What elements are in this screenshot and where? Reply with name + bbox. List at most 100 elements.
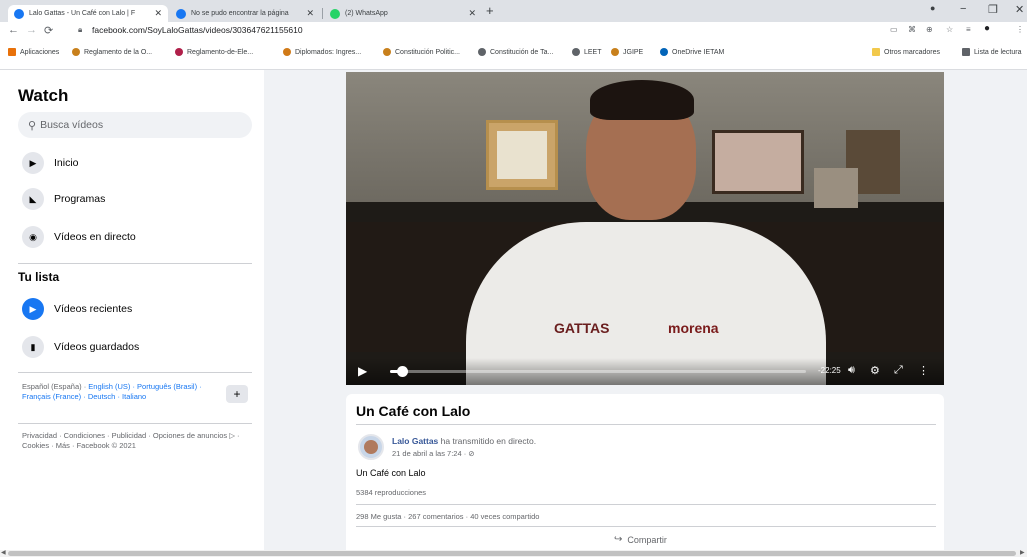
close-tab-icon[interactable]: ✕: [306, 8, 314, 19]
bookmark-item[interactable]: OneDrive IETAM: [660, 48, 724, 56]
bookmark-star-icon[interactable]: ☆: [946, 25, 953, 34]
search-icon: ⚲: [28, 119, 37, 132]
sidebar-item-label: Vídeos recientes: [54, 303, 133, 315]
tab-title: Lalo Gattas - Un Café con Lalo | F: [29, 10, 136, 17]
onedrive-icon: [660, 48, 668, 56]
progress-bar[interactable]: [390, 370, 806, 373]
shows-icon: ◣: [22, 188, 44, 210]
avatar[interactable]: ●: [984, 23, 990, 34]
bookmark-item[interactable]: Reglamento-de-Ele...: [175, 48, 253, 56]
post-stats[interactable]: 298 Me gusta · 267 comentarios · 40 vece…: [356, 512, 539, 521]
maximize-button[interactable]: ❐: [988, 3, 998, 16]
play-button[interactable]: ▶: [358, 364, 367, 378]
avatar[interactable]: [358, 434, 384, 460]
divider: [18, 372, 252, 373]
close-tab-icon[interactable]: ✕: [468, 8, 476, 19]
bookmark-favicon-icon: [175, 48, 183, 56]
tab-whatsapp[interactable]: (2) WhatsApp ✕: [324, 5, 482, 22]
bookmark-item[interactable]: Constitución Politic...: [383, 48, 460, 56]
whatsapp-favicon-icon: [330, 8, 340, 19]
video-person-hair: [590, 80, 694, 120]
share-button[interactable]: ↪ Compartir: [614, 534, 667, 545]
horizontal-scrollbar[interactable]: ◀ ▶: [0, 550, 1027, 557]
bookmark-item[interactable]: LEET: [572, 48, 602, 56]
bookmark-favicon-icon: [283, 48, 291, 56]
shirt-party-logo: morena: [668, 320, 719, 336]
new-tab-button[interactable]: +: [486, 3, 494, 18]
video-player[interactable]: GATTAS morena ▶ -22:25 🔊︎ ⚙ ⤢ ⋮: [346, 72, 944, 385]
play-icon: ▶: [22, 298, 44, 320]
fullscreen-icon[interactable]: ⤢: [894, 364, 903, 377]
bookmark-label: Lista de lectura: [974, 48, 1022, 56]
forward-icon[interactable]: →: [26, 24, 37, 36]
tab-title: No se pudo encontrar la página: [191, 10, 289, 17]
sidebar-item-label: Inicio: [54, 157, 79, 169]
post-action: ha transmitido en directo.: [440, 436, 537, 446]
bookmark-reading-list[interactable]: Lista de lectura: [962, 48, 1021, 56]
cast-icon[interactable]: ▭: [890, 25, 898, 34]
bookmark-label: Reglamento de la O...: [84, 48, 153, 56]
tab-page-not-found[interactable]: No se pudo encontrar la página ✕: [170, 5, 320, 22]
search-input[interactable]: ⚲ Busca vídeos: [18, 112, 252, 138]
close-tab-icon[interactable]: ✕: [154, 8, 162, 19]
minimize-button[interactable]: −: [960, 3, 966, 15]
sidebar-item-inicio[interactable]: ▶ Inicio: [22, 152, 79, 174]
footer-links[interactable]: Privacidad · Condiciones · Publicidad · …: [22, 431, 242, 451]
sidebar-item-label: Programas: [54, 193, 106, 205]
sidebar-item-videos-en-directo[interactable]: ◉ Vídeos en directo: [22, 226, 136, 248]
volume-icon[interactable]: 🔊︎: [848, 364, 855, 377]
reading-list-icon[interactable]: ≡: [966, 25, 971, 34]
bookmark-favicon-icon: [478, 48, 486, 56]
scrollbar-thumb[interactable]: [8, 551, 1016, 556]
more-options-icon[interactable]: ⋮: [918, 364, 929, 377]
divider: [356, 526, 936, 527]
view-count: 5384 reproducciones: [356, 488, 427, 497]
close-window-button[interactable]: ✕: [1015, 3, 1024, 16]
scroll-right-icon[interactable]: ▶: [1020, 549, 1025, 556]
bookmark-item[interactable]: Diplomados: Ingres...: [283, 48, 361, 56]
lock-icon[interactable]: 🔒︎: [78, 25, 82, 35]
sidebar-item-videos-recientes[interactable]: ▶ Vídeos recientes: [22, 298, 132, 320]
translate-icon[interactable]: ⌘: [908, 25, 916, 34]
scroll-left-icon[interactable]: ◀: [1, 549, 6, 556]
bookmark-label: Aplicaciones: [20, 48, 60, 56]
right-gutter: [946, 70, 1027, 550]
add-language-button[interactable]: +: [226, 385, 248, 403]
video-picture-frame: [486, 120, 558, 190]
bookmark-label: JGIPE: [623, 48, 644, 56]
bookmark-apps[interactable]: Aplicaciones: [8, 48, 59, 56]
bookmark-label: Constitución de Ta...: [490, 48, 554, 56]
play-icon: ▶: [22, 152, 44, 174]
your-list-heading: Tu lista: [18, 270, 60, 284]
url-field[interactable]: facebook.com/SoyLaloGattas/videos/303647…: [92, 25, 303, 35]
bookmark-other[interactable]: Otros marcadores: [872, 48, 940, 56]
zoom-icon[interactable]: ⊕: [926, 25, 933, 34]
video-lamp: [814, 168, 858, 208]
facebook-favicon-icon: [14, 8, 24, 19]
page-title: Watch: [18, 86, 69, 105]
bookmark-item[interactable]: Constitución de Ta...: [478, 48, 553, 56]
profile-icon[interactable]: ●: [930, 3, 935, 13]
tab-facebook-video[interactable]: Lalo Gattas - Un Café con Lalo | F ✕: [8, 5, 168, 22]
sidebar-item-videos-guardados[interactable]: ▮ Vídeos guardados: [22, 336, 139, 358]
post-date[interactable]: 21 de abril a las 7:24 · ⊘: [392, 449, 475, 458]
tab-separator: [322, 8, 323, 19]
video-title: Un Café con Lalo: [356, 403, 471, 419]
watch-sidebar: Watch ⚲ Busca vídeos ▶ Inicio ◣ Programa…: [0, 70, 264, 550]
video-controls: ▶ -22:25 🔊︎ ⚙ ⤢ ⋮: [346, 358, 944, 385]
settings-gear-icon[interactable]: ⚙: [870, 364, 880, 377]
share-label: Compartir: [627, 534, 667, 545]
sidebar-item-programas[interactable]: ◣ Programas: [22, 188, 105, 210]
share-icon: ↪: [614, 534, 623, 545]
tab-title: (2) WhatsApp: [345, 10, 388, 17]
back-icon[interactable]: ←: [8, 24, 19, 36]
bookmark-item[interactable]: JGIPE: [611, 48, 643, 56]
menu-icon[interactable]: ⋮: [1016, 25, 1024, 34]
bookmark-item[interactable]: Reglamento de la O...: [72, 48, 152, 56]
reload-icon[interactable]: ⟳: [44, 24, 53, 37]
scrubber-handle[interactable]: [397, 366, 409, 377]
bookmark-label: Diplomados: Ingres...: [295, 48, 362, 56]
time-remaining: -22:25: [818, 366, 841, 375]
author-link[interactable]: Lalo Gattas: [392, 436, 438, 446]
bookmark-favicon-icon: [72, 48, 80, 56]
